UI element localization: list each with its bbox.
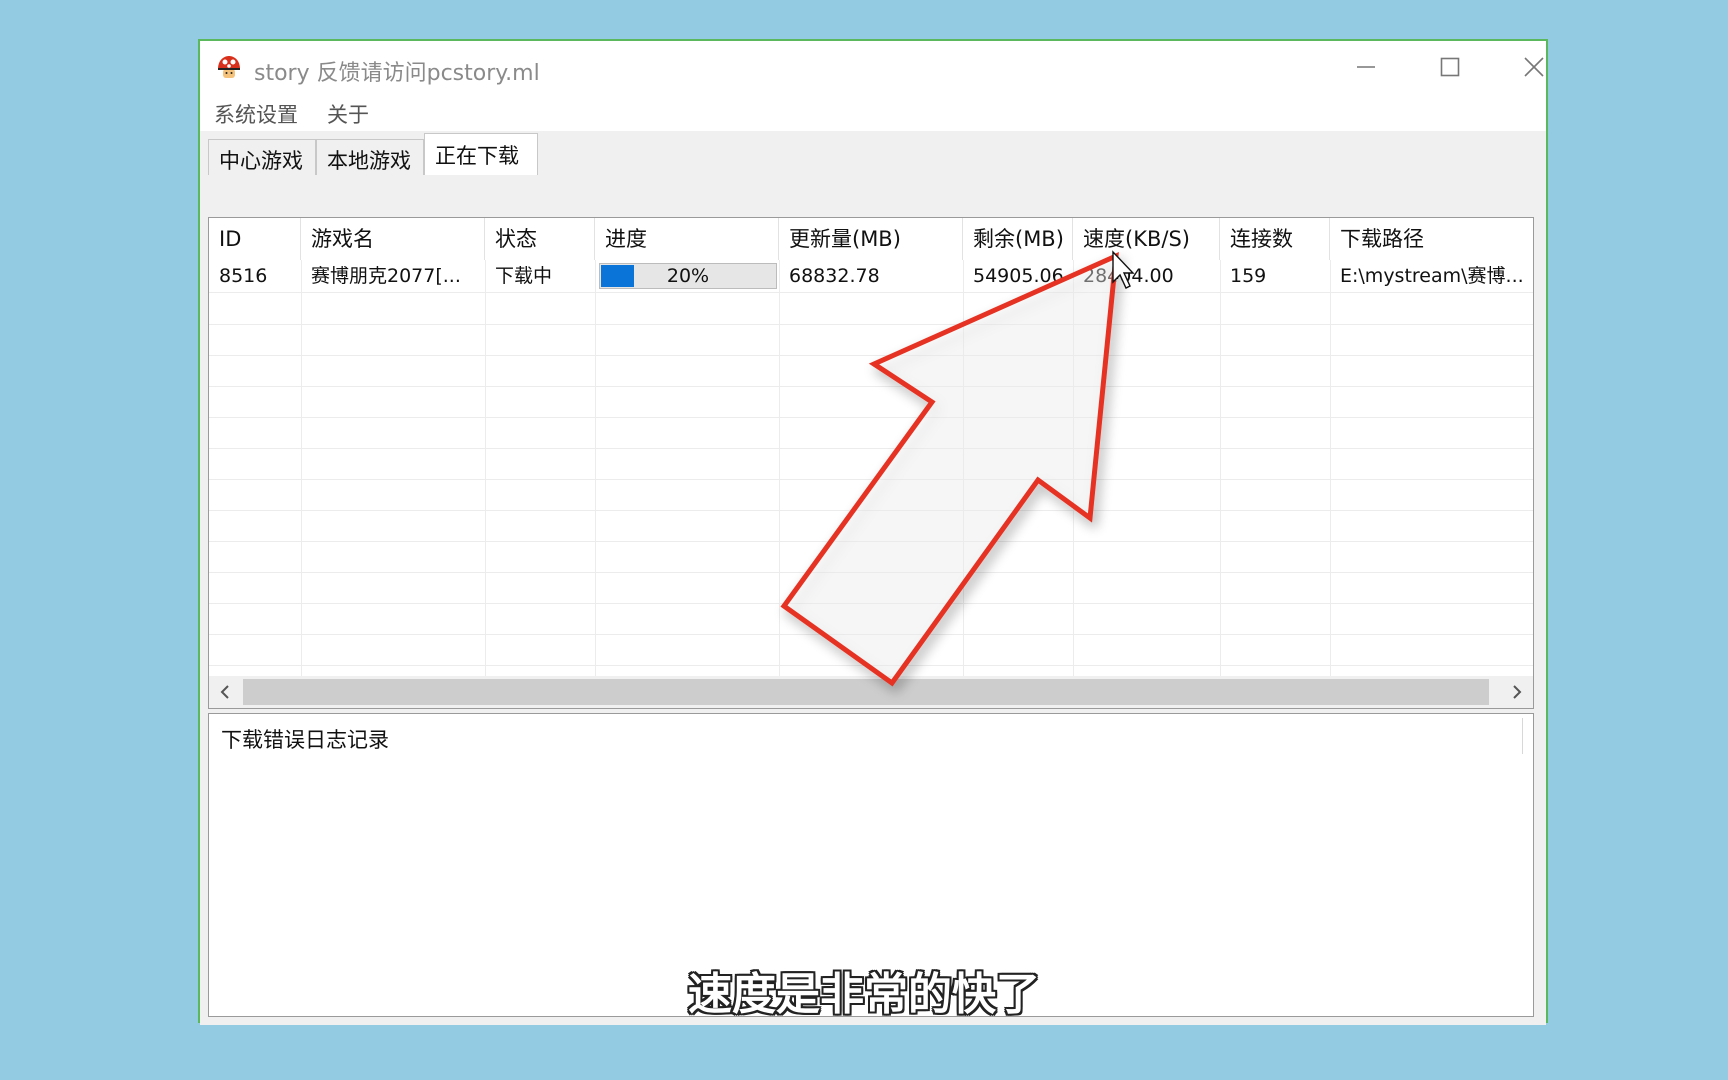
tab-downloading[interactable]: 正在下载 xyxy=(424,133,538,175)
download-list[interactable]: ID 游戏名 状态 进度 更新量(MB) 剩余(MB) 速度(KB/S) 连接数… xyxy=(208,217,1534,709)
progress-bar: 20% xyxy=(599,263,777,289)
log-divider xyxy=(1522,718,1523,754)
progress-percent: 20% xyxy=(666,265,710,287)
empty-row xyxy=(209,417,1533,449)
cell-connections: 159 xyxy=(1230,265,1267,287)
empty-row xyxy=(209,634,1533,666)
minimize-button[interactable] xyxy=(1336,49,1396,85)
chevron-left-icon xyxy=(220,685,229,699)
menu-bar: 系统设置 关于 xyxy=(200,93,1546,129)
horizontal-scrollbar[interactable] xyxy=(209,676,1533,708)
cell-download-path: E:\mystream\赛博... xyxy=(1340,265,1524,287)
close-button[interactable] xyxy=(1504,49,1564,85)
cell-game-name: 赛博朋克2077[... xyxy=(311,265,461,287)
scrollbar-thumb[interactable] xyxy=(243,679,1489,705)
scroll-left-button[interactable] xyxy=(209,676,241,708)
column-header-status[interactable]: 状态 xyxy=(485,218,595,260)
tab-local-games[interactable]: 本地游戏 xyxy=(316,139,424,175)
scroll-right-button[interactable] xyxy=(1501,676,1533,708)
table-row[interactable]: 8516 赛博朋克2077[... 下载中 20% 68832.78 54905… xyxy=(209,260,1533,293)
empty-row xyxy=(209,448,1533,480)
tab-strip: 中心游戏 本地游戏 正在下载 xyxy=(200,131,1546,175)
window-title: story 反馈请访问pcstory.ml xyxy=(254,61,540,86)
table-header: ID 游戏名 状态 进度 更新量(MB) 剩余(MB) 速度(KB/S) 连接数… xyxy=(209,218,1533,260)
empty-row xyxy=(209,603,1533,635)
column-header-id[interactable]: ID xyxy=(209,218,301,260)
cell-status: 下载中 xyxy=(495,265,553,287)
menu-system-settings[interactable]: 系统设置 xyxy=(214,99,298,129)
cell-speed: 28404.00 xyxy=(1083,265,1174,287)
empty-row xyxy=(209,355,1533,387)
app-window: story 反馈请访问pcstory.ml 系统设置 关于 中心游戏 本地游戏 … xyxy=(198,39,1548,1025)
cell-remaining: 54905.06 xyxy=(973,265,1064,287)
title-bar[interactable]: story 反馈请访问pcstory.ml xyxy=(200,41,1546,93)
empty-row xyxy=(209,572,1533,604)
error-log-label: 下载错误日志记录 xyxy=(221,728,389,752)
close-icon xyxy=(1524,57,1544,77)
column-header-update-size[interactable]: 更新量(MB) xyxy=(779,218,963,260)
maximize-button[interactable] xyxy=(1420,49,1480,85)
tab-center-games[interactable]: 中心游戏 xyxy=(208,139,316,175)
empty-row xyxy=(209,386,1533,418)
cell-id: 8516 xyxy=(219,265,268,287)
video-subtitle: 速度是非常的快了 xyxy=(688,969,1040,1020)
column-header-download-path[interactable]: 下载路径 xyxy=(1330,218,1533,260)
maximize-icon xyxy=(1440,57,1460,77)
empty-row xyxy=(209,510,1533,542)
cell-update-size: 68832.78 xyxy=(789,265,880,287)
column-header-progress[interactable]: 进度 xyxy=(595,218,779,260)
column-header-connections[interactable]: 连接数 xyxy=(1220,218,1330,260)
empty-row xyxy=(209,541,1533,573)
menu-about[interactable]: 关于 xyxy=(327,99,369,129)
empty-row xyxy=(209,324,1533,356)
chevron-right-icon xyxy=(1513,685,1522,699)
column-header-game-name[interactable]: 游戏名 xyxy=(301,218,485,260)
empty-row xyxy=(209,293,1533,325)
minimize-icon xyxy=(1357,66,1375,68)
column-header-speed[interactable]: 速度(KB/S) xyxy=(1073,218,1220,260)
downloading-panel: ID 游戏名 状态 进度 更新量(MB) 剩余(MB) 速度(KB/S) 连接数… xyxy=(200,175,1546,1025)
column-header-remaining[interactable]: 剩余(MB) xyxy=(963,218,1073,260)
mushroom-icon xyxy=(218,56,240,78)
cell-progress: 20% xyxy=(595,260,779,292)
empty-row xyxy=(209,479,1533,511)
